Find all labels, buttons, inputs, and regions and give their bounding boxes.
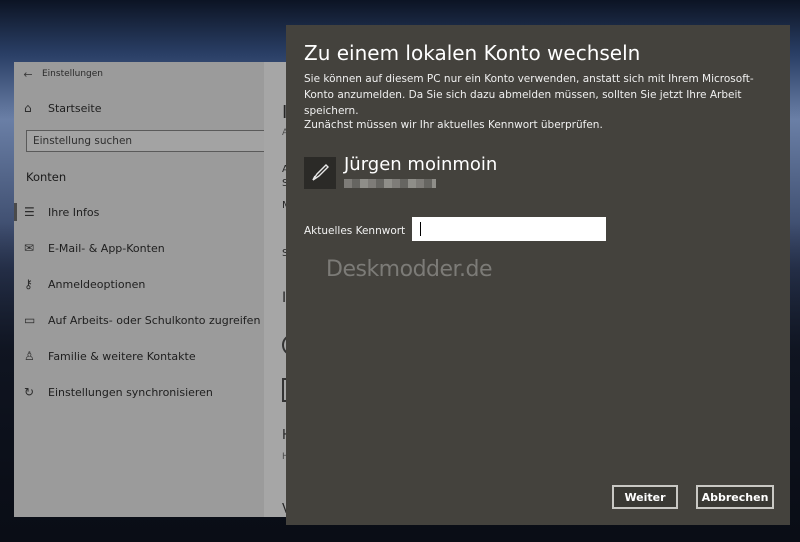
password-input[interactable] [412,217,606,241]
password-label: Aktuelles Kennwort [304,225,406,237]
settings-title: Einstellungen [42,69,104,79]
briefcase-icon: ▭ [24,313,36,327]
next-button[interactable]: Weiter [612,485,678,509]
email-redacted [344,179,436,188]
settings-titlebar: ← Einstellungen [14,62,300,86]
person-card-icon: ☰ [24,205,35,219]
nav-label: Auf Arbeits- oder Schulkonto zugreifen [48,313,261,327]
avatar [304,157,336,189]
nav-label: Familie & weitere Kontakte [48,349,196,363]
dialog-title: Zu einem lokalen Konto wechseln [304,41,641,65]
section-heading: Konten [26,170,67,184]
pen-avatar-icon [312,164,329,181]
nav-home[interactable]: ⌂ Startseite [14,90,300,126]
nav-label: Einstellungen synchronisieren [48,385,213,399]
family-icon: ♙ [24,349,35,363]
settings-search[interactable]: Einstellung suchen ⌕ [26,130,288,152]
nav-anmeldeoptionen[interactable]: ⚷ Anmeldeoptionen [14,266,300,302]
switch-local-account-dialog: Zu einem lokalen Konto wechseln Sie könn… [286,25,790,525]
nav-ihre-infos[interactable]: ☰ Ihre Infos [14,194,300,230]
home-icon: ⌂ [24,101,32,115]
dialog-description: Sie können auf diesem PC nur ein Konto v… [304,73,754,117]
sync-icon: ↻ [24,385,35,399]
text-caret [420,222,421,236]
nav-label: E-Mail- & App-Konten [48,241,165,255]
nav-arbeitskonto[interactable]: ▭ Auf Arbeits- oder Schulkonto zugreifen [14,302,300,338]
mail-icon: ✉ [24,241,35,255]
key-icon: ⚷ [24,277,33,291]
search-placeholder: Einstellung suchen [33,135,133,147]
nav-synchronisieren[interactable]: ↻ Einstellungen synchronisieren [14,374,300,410]
cancel-button[interactable]: Abbrechen [696,485,774,509]
user-name: Jürgen moinmoin [344,154,498,175]
nav-familie[interactable]: ♙ Familie & weitere Kontakte [14,338,300,374]
nav-label: Anmeldeoptionen [48,277,146,291]
back-arrow-icon[interactable]: ← [14,68,42,81]
settings-window: ← Einstellungen ⌂ Startseite Einstellung… [14,62,300,517]
nav-email-app-konten[interactable]: ✉ E-Mail- & App-Konten [14,230,300,266]
nav-home-label: Startseite [48,101,102,115]
verify-text: Zunächst müssen wir Ihr aktuelles Kennwo… [304,119,603,131]
watermark: Deskmodder.de [326,257,493,282]
nav-label: Ihre Infos [48,205,100,219]
